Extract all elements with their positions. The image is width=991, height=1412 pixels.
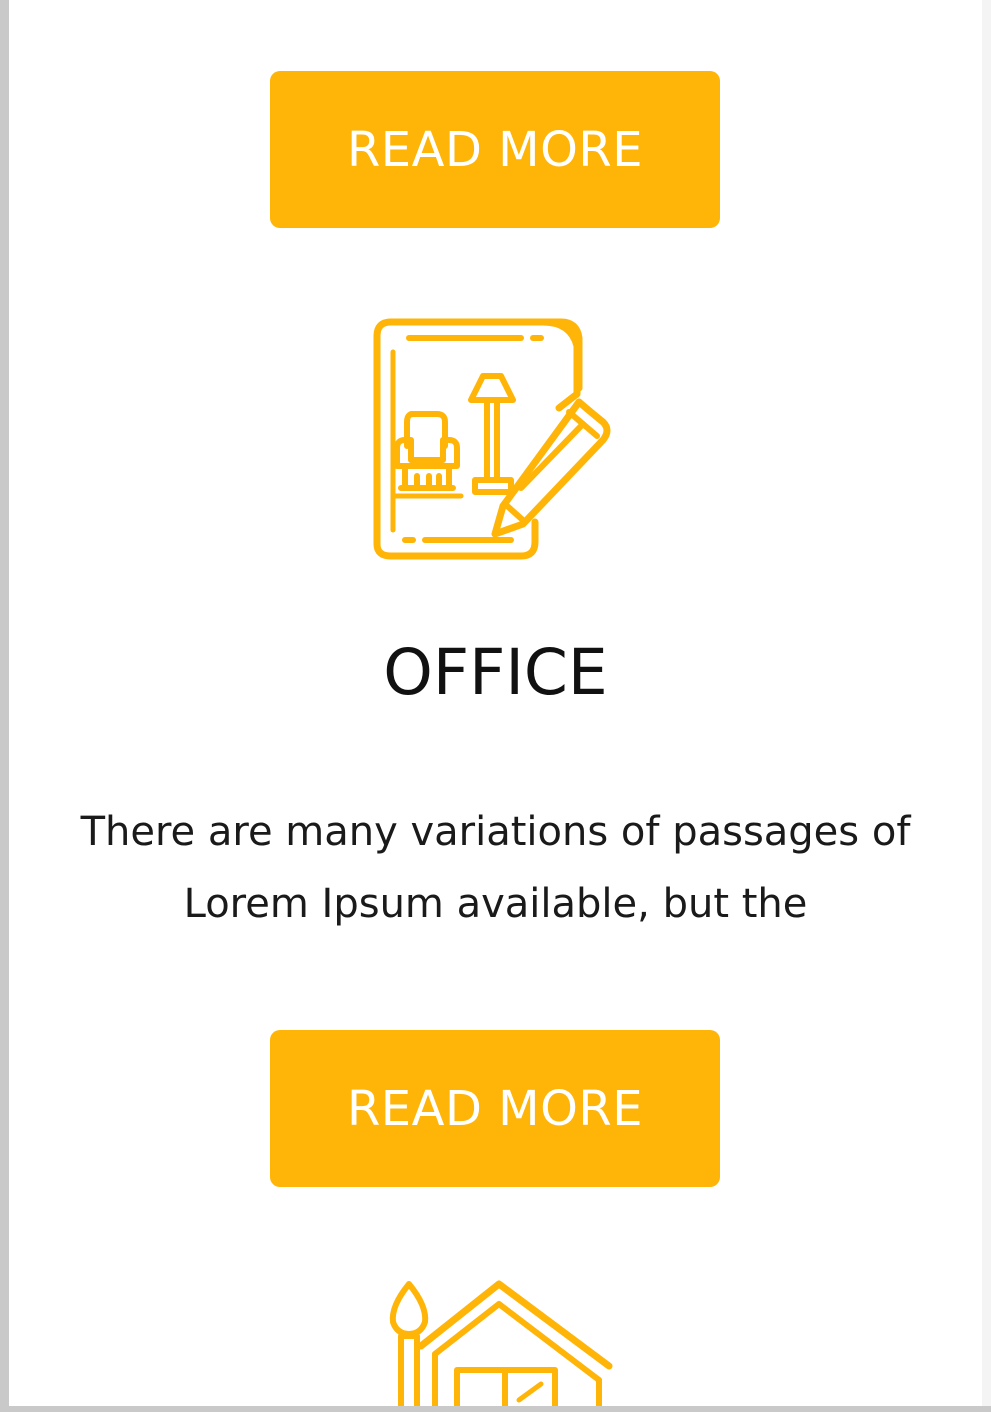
section-description: There are many variations of passages of…: [80, 809, 911, 927]
read-more-button[interactable]: READ MORE: [270, 1030, 720, 1187]
section-title: OFFICE: [383, 636, 608, 709]
read-more-button[interactable]: READ MORE: [270, 71, 720, 228]
scrollbar-track[interactable]: [982, 0, 991, 1412]
office-design-icon: [373, 318, 611, 560]
page-content: READ MORE OFFICE There are many variatio…: [9, 0, 982, 1406]
house-icon: [389, 1280, 613, 1406]
window-bottom-edge: [0, 1406, 991, 1412]
